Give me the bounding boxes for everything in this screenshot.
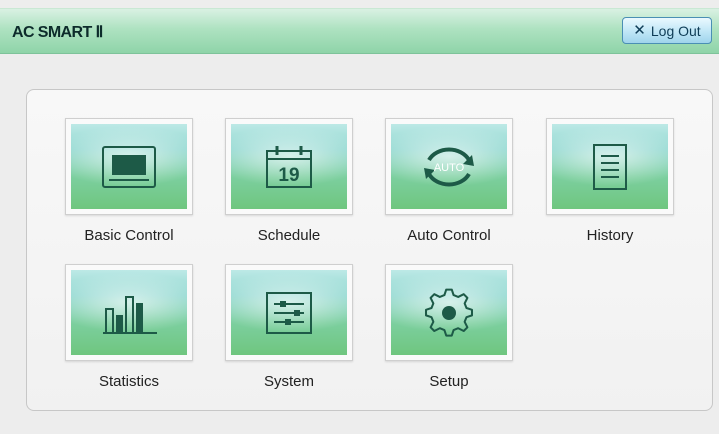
- tile-image: [71, 270, 187, 355]
- gear-icon: [424, 288, 474, 337]
- auto-label: AUTO: [434, 162, 465, 174]
- menu-tile-setup[interactable]: Setup: [385, 264, 513, 399]
- logout-label: Log Out: [650, 22, 701, 39]
- document-list-icon: [593, 143, 627, 190]
- bar-chart-icon: [103, 295, 157, 334]
- tile-frame: [546, 118, 674, 215]
- menu-tile-label: Setup: [429, 373, 469, 390]
- menu-tile-label: Basic Control: [84, 227, 174, 244]
- auto-cycle-icon: AUTO: [424, 147, 474, 186]
- menu-tile-label: Schedule: [257, 227, 321, 244]
- tile-image: [231, 270, 347, 355]
- tile-frame: AUTO: [385, 118, 513, 215]
- tile-image: [71, 124, 187, 209]
- sliders-icon: [266, 291, 312, 334]
- menu-tile-label: Auto Control: [407, 227, 491, 244]
- calendar-icon: 19: [266, 145, 312, 188]
- tile-frame: [385, 264, 513, 361]
- calendar-date: 19: [278, 165, 299, 186]
- menu-tile-auto-control[interactable]: AUTO Auto Control: [385, 118, 513, 253]
- title-bar: AC SMART Ⅱ ✕ Log Out: [0, 8, 719, 54]
- menu-tile-basic-control[interactable]: Basic Control: [65, 118, 193, 253]
- tile-frame: [65, 118, 193, 215]
- tile-image: AUTO: [391, 124, 507, 209]
- menu-tile-label: System: [263, 373, 314, 390]
- tile-frame: [65, 264, 193, 361]
- app-title: AC SMART Ⅱ: [12, 24, 103, 41]
- main-menu-panel: Basic Control 19 Schedule AUTO Auto Cont…: [26, 89, 713, 411]
- tile-image: [391, 270, 507, 355]
- tile-image: [552, 124, 668, 209]
- menu-tile-schedule[interactable]: 19 Schedule: [225, 118, 353, 253]
- logout-button[interactable]: ✕ Log Out: [622, 17, 712, 44]
- app-screen: AC SMART Ⅱ ✕ Log Out Basic Control 19 Sc…: [0, 0, 719, 434]
- tile-frame: 19: [225, 118, 353, 215]
- menu-tile-system[interactable]: System: [225, 264, 353, 399]
- close-icon: ✕: [633, 22, 646, 39]
- menu-tile-label: Statistics: [98, 373, 159, 390]
- tile-image: 19: [231, 124, 347, 209]
- tile-frame: [225, 264, 353, 361]
- monitor-icon: [102, 145, 156, 188]
- menu-tile-statistics[interactable]: Statistics: [65, 264, 193, 399]
- menu-tile-label: History: [586, 227, 634, 244]
- menu-tile-history[interactable]: History: [546, 118, 674, 253]
